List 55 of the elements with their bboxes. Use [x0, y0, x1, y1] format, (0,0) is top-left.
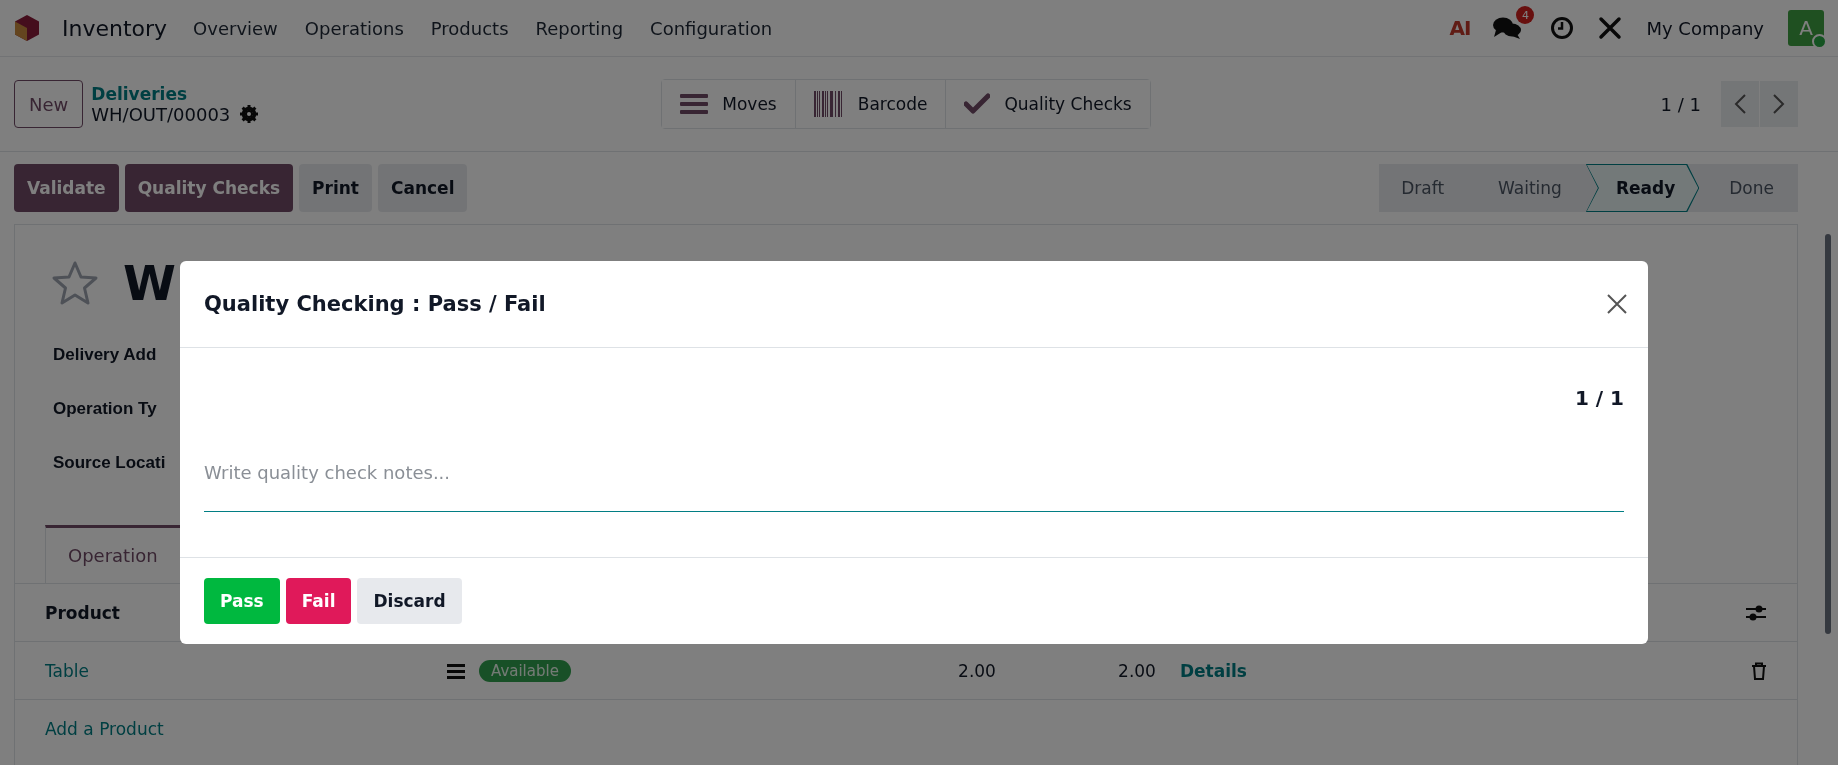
check-counter: 1 / 1 [1574, 386, 1624, 410]
notebook-tab[interactable]: Operation [45, 525, 180, 583]
action-button[interactable]: Cancel [378, 164, 468, 212]
menu-item[interactable]: Operations [304, 17, 404, 39]
chevron-right-icon [1772, 93, 1786, 115]
new-button[interactable]: New [14, 80, 84, 128]
discard-button[interactable]: Discard [357, 578, 462, 624]
check-icon [964, 93, 991, 115]
smart-button[interactable]: Moves [662, 80, 796, 128]
notification-badge: 4 [1516, 6, 1535, 24]
record-title: W [123, 255, 176, 311]
next-button[interactable] [1760, 81, 1798, 127]
add-line-link[interactable]: Add a Product [45, 718, 164, 739]
status-step[interactable]: Waiting [1468, 164, 1586, 212]
app-name[interactable]: Inventory [62, 15, 168, 41]
field-label: Operation Ty [53, 399, 157, 419]
barcode-icon [813, 91, 844, 117]
status-step[interactable]: Draft [1379, 164, 1469, 212]
breadcrumb-link[interactable]: Deliveries [91, 83, 259, 104]
field-label: Source Locati [53, 453, 166, 473]
record-name: WH/OUT/00003 [91, 103, 231, 125]
company-switcher[interactable]: My Company [1646, 17, 1764, 39]
product-link[interactable]: Table [45, 660, 447, 681]
action-button[interactable]: Quality Checks [124, 164, 294, 212]
table-cell-text: 2.00 [1117, 660, 1156, 681]
app-logo-icon[interactable] [14, 14, 40, 42]
action-button[interactable]: Print [299, 164, 372, 212]
menu-item[interactable]: Configuration [650, 17, 773, 39]
status-badge: Available [479, 659, 571, 682]
fail-button[interactable]: Fail [285, 578, 352, 624]
gear-icon[interactable] [240, 105, 259, 123]
scrollbar[interactable] [1825, 234, 1831, 634]
close-icon[interactable] [1606, 293, 1628, 315]
pass-button[interactable]: Pass [204, 578, 280, 624]
previous-button[interactable] [1721, 81, 1759, 127]
field-label: Delivery Add [53, 345, 157, 365]
star-icon[interactable] [51, 260, 99, 306]
chevron-left-icon [1733, 93, 1747, 115]
details-link[interactable]: Details [1179, 660, 1247, 681]
list-icon [680, 93, 709, 115]
menu-icon[interactable] [447, 662, 465, 679]
action-button[interactable]: Validate [14, 164, 119, 212]
pager-counter: 1 / 1 [1660, 93, 1701, 115]
menu-item[interactable]: Overview [193, 17, 278, 39]
chat-icon[interactable] [1492, 16, 1523, 40]
clock-icon[interactable] [1550, 16, 1575, 40]
status-step[interactable]: Ready [1585, 164, 1700, 212]
dialog-title: Quality Checking : Pass / Fail [204, 292, 546, 316]
trash-icon[interactable] [1751, 661, 1767, 680]
menu-item[interactable]: Reporting [535, 17, 624, 39]
status-step[interactable]: Done [1699, 164, 1798, 212]
ai-logo[interactable]: AI [1449, 16, 1471, 40]
user-avatar[interactable]: A [1788, 10, 1824, 46]
menu-item[interactable]: Products [430, 17, 509, 39]
table-cell-text: 2.00 [957, 660, 996, 681]
